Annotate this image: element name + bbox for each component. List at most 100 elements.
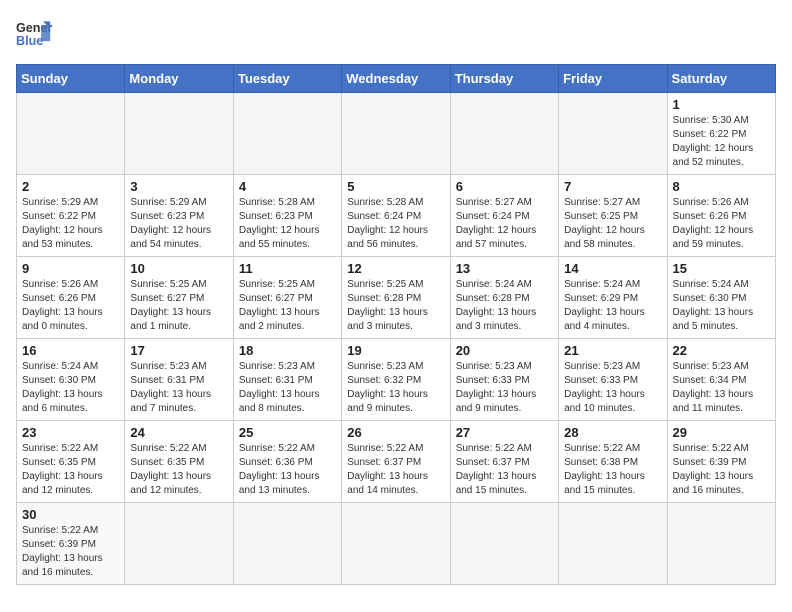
day-info: Sunrise: 5:26 AM Sunset: 6:26 PM Dayligh… <box>22 278 119 334</box>
day-info: Sunrise: 5:23 AM Sunset: 6:31 PM Dayligh… <box>239 360 336 416</box>
day-info: Sunrise: 5:24 AM Sunset: 6:30 PM Dayligh… <box>22 360 119 416</box>
day-number: 8 <box>673 179 770 194</box>
day-cell: 3 Sunrise: 5:29 AM Sunset: 6:23 PM Daylig… <box>125 175 233 257</box>
day-info: Sunrise: 5:22 AM Sunset: 6:39 PM Dayligh… <box>673 442 770 498</box>
day-cell: 21 Sunrise: 5:23 AM Sunset: 6:33 PM Dayli… <box>559 339 667 421</box>
day-cell: 20 Sunrise: 5:23 AM Sunset: 6:33 PM Dayli… <box>450 339 558 421</box>
header-cell-monday: Monday <box>125 65 233 93</box>
day-cell: 15 Sunrise: 5:24 AM Sunset: 6:30 PM Dayli… <box>667 257 775 339</box>
day-number: 1 <box>673 97 770 112</box>
header-row: SundayMondayTuesdayWednesdayThursdayFrid… <box>17 65 776 93</box>
day-info: Sunrise: 5:22 AM Sunset: 6:37 PM Dayligh… <box>456 442 553 498</box>
logo: General Blue <box>16 16 58 52</box>
day-info: Sunrise: 5:26 AM Sunset: 6:26 PM Dayligh… <box>673 196 770 252</box>
day-info: Sunrise: 5:29 AM Sunset: 6:23 PM Dayligh… <box>130 196 227 252</box>
day-number: 22 <box>673 343 770 358</box>
day-cell: 5Sunrise: 5:28 AM Sunset: 6:24 PM Daylig… <box>342 175 450 257</box>
day-info: Sunrise: 5:30 AM Sunset: 6:22 PM Dayligh… <box>673 114 770 170</box>
day-cell <box>559 503 667 585</box>
day-number: 3 <box>130 179 227 194</box>
day-number: 28 <box>564 425 661 440</box>
day-number: 15 <box>673 261 770 276</box>
day-info: Sunrise: 5:23 AM Sunset: 6:34 PM Dayligh… <box>673 360 770 416</box>
day-number: 9 <box>22 261 119 276</box>
day-cell: 9 Sunrise: 5:26 AM Sunset: 6:26 PM Daylig… <box>17 257 125 339</box>
day-cell <box>559 93 667 175</box>
header-cell-thursday: Thursday <box>450 65 558 93</box>
day-info: Sunrise: 5:23 AM Sunset: 6:33 PM Dayligh… <box>564 360 661 416</box>
day-number: 2 <box>22 179 119 194</box>
day-number: 16 <box>22 343 119 358</box>
day-cell <box>450 503 558 585</box>
calendar-table: SundayMondayTuesdayWednesdayThursdayFrid… <box>16 64 776 585</box>
day-cell <box>342 503 450 585</box>
week-row-3: 16 Sunrise: 5:24 AM Sunset: 6:30 PM Dayli… <box>17 339 776 421</box>
day-number: 19 <box>347 343 444 358</box>
day-cell: 14 Sunrise: 5:24 AM Sunset: 6:29 PM Dayli… <box>559 257 667 339</box>
day-info: Sunrise: 5:23 AM Sunset: 6:32 PM Dayligh… <box>347 360 444 416</box>
day-info: Sunrise: 5:24 AM Sunset: 6:29 PM Dayligh… <box>564 278 661 334</box>
day-info: Sunrise: 5:28 AM Sunset: 6:23 PM Dayligh… <box>239 196 336 252</box>
day-cell: 4 Sunrise: 5:28 AM Sunset: 6:23 PM Daylig… <box>233 175 341 257</box>
week-row-5: 30 Sunrise: 5:22 AM Sunset: 6:39 PM Dayli… <box>17 503 776 585</box>
day-number: 29 <box>673 425 770 440</box>
day-cell: 11Sunrise: 5:25 AM Sunset: 6:27 PM Dayli… <box>233 257 341 339</box>
day-info: Sunrise: 5:22 AM Sunset: 6:35 PM Dayligh… <box>22 442 119 498</box>
day-info: Sunrise: 5:22 AM Sunset: 6:35 PM Dayligh… <box>130 442 227 498</box>
week-row-4: 23 Sunrise: 5:22 AM Sunset: 6:35 PM Dayli… <box>17 421 776 503</box>
day-info: Sunrise: 5:22 AM Sunset: 6:36 PM Dayligh… <box>239 442 336 498</box>
day-number: 27 <box>456 425 553 440</box>
day-number: 20 <box>456 343 553 358</box>
header-cell-sunday: Sunday <box>17 65 125 93</box>
day-info: Sunrise: 5:23 AM Sunset: 6:33 PM Dayligh… <box>456 360 553 416</box>
week-row-1: 2 Sunrise: 5:29 AM Sunset: 6:22 PM Daylig… <box>17 175 776 257</box>
day-number: 4 <box>239 179 336 194</box>
day-cell <box>233 93 341 175</box>
day-info: Sunrise: 5:22 AM Sunset: 6:37 PM Dayligh… <box>347 442 444 498</box>
day-cell: 1 Sunrise: 5:30 AM Sunset: 6:22 PM Daylig… <box>667 93 775 175</box>
day-number: 7 <box>564 179 661 194</box>
day-info: Sunrise: 5:22 AM Sunset: 6:38 PM Dayligh… <box>564 442 661 498</box>
day-info: Sunrise: 5:25 AM Sunset: 6:27 PM Dayligh… <box>239 278 336 334</box>
day-cell: 24 Sunrise: 5:22 AM Sunset: 6:35 PM Dayli… <box>125 421 233 503</box>
day-info: Sunrise: 5:29 AM Sunset: 6:22 PM Dayligh… <box>22 196 119 252</box>
day-info: Sunrise: 5:27 AM Sunset: 6:25 PM Dayligh… <box>564 196 661 252</box>
day-cell: 13 Sunrise: 5:24 AM Sunset: 6:28 PM Dayli… <box>450 257 558 339</box>
day-info: Sunrise: 5:22 AM Sunset: 6:39 PM Dayligh… <box>22 524 119 580</box>
header-cell-wednesday: Wednesday <box>342 65 450 93</box>
day-cell: 16 Sunrise: 5:24 AM Sunset: 6:30 PM Dayli… <box>17 339 125 421</box>
day-cell: 7 Sunrise: 5:27 AM Sunset: 6:25 PM Daylig… <box>559 175 667 257</box>
week-row-2: 9 Sunrise: 5:26 AM Sunset: 6:26 PM Daylig… <box>17 257 776 339</box>
day-number: 23 <box>22 425 119 440</box>
day-number: 6 <box>456 179 553 194</box>
header-cell-friday: Friday <box>559 65 667 93</box>
day-number: 21 <box>564 343 661 358</box>
day-number: 12 <box>347 261 444 276</box>
day-number: 30 <box>22 507 119 522</box>
day-cell: 10 Sunrise: 5:25 AM Sunset: 6:27 PM Dayli… <box>125 257 233 339</box>
week-row-0: 1 Sunrise: 5:30 AM Sunset: 6:22 PM Daylig… <box>17 93 776 175</box>
day-cell: 25 Sunrise: 5:22 AM Sunset: 6:36 PM Dayli… <box>233 421 341 503</box>
day-cell: 22 Sunrise: 5:23 AM Sunset: 6:34 PM Dayli… <box>667 339 775 421</box>
day-number: 24 <box>130 425 227 440</box>
day-info: Sunrise: 5:25 AM Sunset: 6:27 PM Dayligh… <box>130 278 227 334</box>
day-number: 25 <box>239 425 336 440</box>
logo-icon: General Blue <box>16 16 52 52</box>
svg-text:Blue: Blue <box>16 34 43 48</box>
day-info: Sunrise: 5:24 AM Sunset: 6:30 PM Dayligh… <box>673 278 770 334</box>
day-number: 10 <box>130 261 227 276</box>
day-number: 26 <box>347 425 444 440</box>
day-info: Sunrise: 5:24 AM Sunset: 6:28 PM Dayligh… <box>456 278 553 334</box>
day-cell <box>233 503 341 585</box>
day-info: Sunrise: 5:28 AM Sunset: 6:24 PM Dayligh… <box>347 196 444 252</box>
day-number: 14 <box>564 261 661 276</box>
day-number: 18 <box>239 343 336 358</box>
day-cell: 6Sunrise: 5:27 AM Sunset: 6:24 PM Daylig… <box>450 175 558 257</box>
header-cell-saturday: Saturday <box>667 65 775 93</box>
day-cell: 17Sunrise: 5:23 AM Sunset: 6:31 PM Dayli… <box>125 339 233 421</box>
day-number: 13 <box>456 261 553 276</box>
day-cell: 30 Sunrise: 5:22 AM Sunset: 6:39 PM Dayli… <box>17 503 125 585</box>
day-number: 17 <box>130 343 227 358</box>
day-cell: 18 Sunrise: 5:23 AM Sunset: 6:31 PM Dayli… <box>233 339 341 421</box>
day-cell: 23 Sunrise: 5:22 AM Sunset: 6:35 PM Dayli… <box>17 421 125 503</box>
